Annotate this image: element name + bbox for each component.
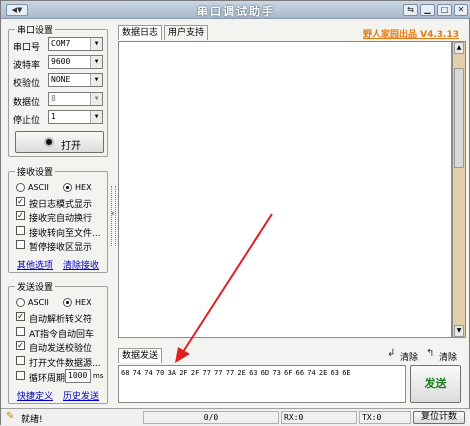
- ready-icon: ✎: [6, 411, 15, 422]
- status-ready: 就绪!: [21, 415, 43, 425]
- annotation-arrow: [175, 213, 273, 363]
- status-bar: ✎ 就绪! 0/0 RX:0 TX:0 复位计数: [1, 408, 470, 426]
- status-count: 0/0: [143, 411, 279, 424]
- status-tx: TX:0: [359, 411, 411, 424]
- status-rx: RX:0: [281, 411, 357, 424]
- app-window: ◀▼ 串口调试助手 ⇆ ▁ □ ✕ 串口设置 串口号 COM7 ▼ 波特率 960…: [0, 0, 470, 426]
- reset-count-button[interactable]: 复位计数: [413, 411, 465, 424]
